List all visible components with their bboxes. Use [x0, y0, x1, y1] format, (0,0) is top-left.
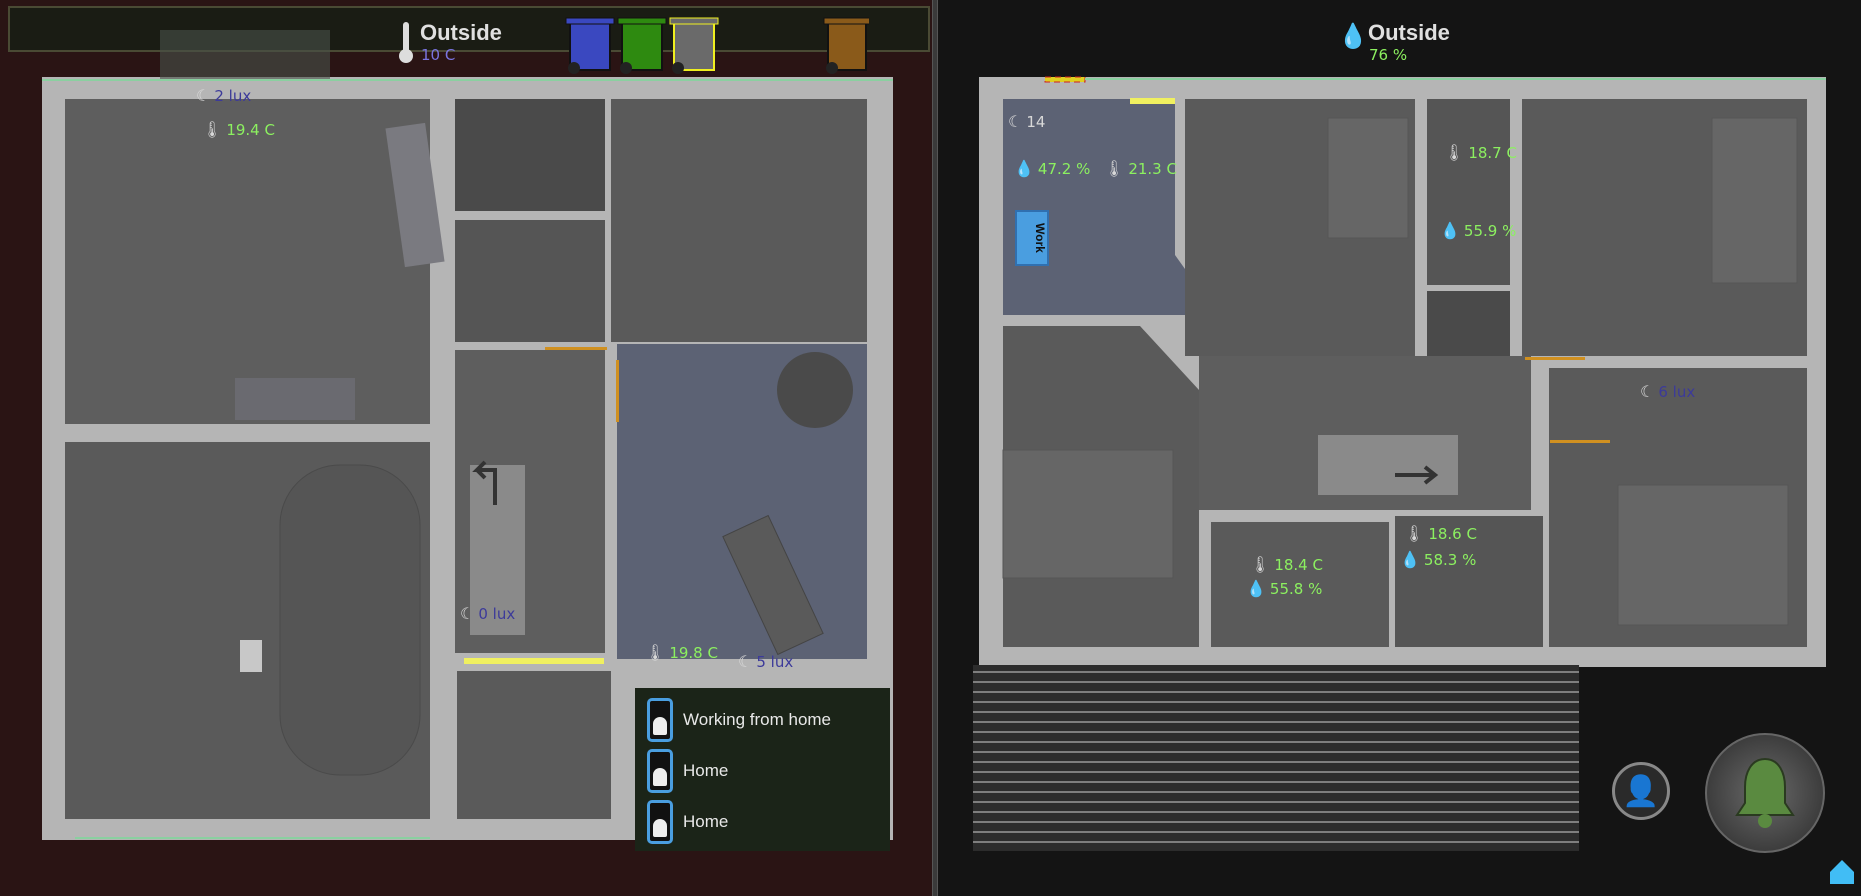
humidity-icon: 💧	[1246, 581, 1266, 598]
alarm-bell-button[interactable]	[1705, 733, 1825, 853]
room-utility	[455, 99, 605, 211]
light-strip	[464, 658, 604, 664]
door-bedroom	[1550, 440, 1610, 443]
thermometer-icon	[398, 20, 414, 69]
door-swing	[160, 30, 330, 80]
wc-humidity-sensor[interactable]: 💧 58.3 %	[1400, 550, 1476, 570]
thermometer-icon: 🌡	[1444, 145, 1465, 162]
outside-temperature: 10 C	[421, 46, 456, 64]
door-dining	[616, 360, 619, 422]
humidity-icon: 💧	[1338, 23, 1368, 50]
home-assistant-logo	[1828, 858, 1856, 886]
car	[279, 464, 421, 776]
add-person-button[interactable]: 👤	[1612, 762, 1670, 820]
green-bin-icon	[617, 17, 667, 74]
outside-title: Outside	[1368, 20, 1450, 45]
dining-table	[777, 352, 853, 428]
humidity-icon: 💧	[1400, 552, 1420, 569]
pillar	[240, 640, 262, 672]
room-bath1	[1427, 99, 1510, 285]
door-bedroom	[1525, 357, 1585, 360]
yellow-bin-icon	[669, 17, 719, 74]
presence-row[interactable]: Home	[647, 800, 728, 844]
brown-bin-icon	[823, 17, 869, 74]
living-lux-sensor[interactable]: ☾ 2 lux	[196, 86, 251, 106]
room-wc	[455, 220, 605, 342]
bath2-humidity-sensor[interactable]: 💧 55.8 %	[1246, 579, 1322, 599]
floorplan	[42, 30, 1826, 851]
thermometer-icon: 🌡	[1104, 161, 1125, 178]
light-strip	[1130, 98, 1175, 104]
bins	[565, 17, 869, 74]
dining-temp-sensor[interactable]: 🌡 19.8 C	[645, 643, 718, 663]
window-open	[1044, 76, 1086, 83]
lux-icon: ☾	[1640, 384, 1655, 401]
bath2-temp-sensor[interactable]: 🌡 18.4 C	[1250, 555, 1323, 575]
office-temp-sensor[interactable]: 🌡 21.3 C	[1104, 159, 1177, 179]
room-kitchen	[611, 99, 867, 342]
room-living	[65, 99, 430, 424]
presence-row[interactable]: Working from home	[647, 698, 831, 742]
bell-icon	[1735, 757, 1795, 828]
bath1-humidity-sensor[interactable]: 💧 55.9 %	[1440, 221, 1516, 241]
lux-icon: ☾	[1008, 114, 1023, 131]
blue-bin-icon	[565, 17, 615, 74]
bath1-temp-sensor[interactable]: 🌡 18.7 C	[1444, 143, 1517, 163]
outside-title: Outside	[420, 20, 502, 45]
phone-person-icon	[647, 749, 673, 793]
phone-person-icon	[647, 800, 673, 844]
phone-person-icon	[647, 698, 673, 742]
thermometer-icon: 🌡	[645, 645, 666, 662]
bed	[1711, 117, 1798, 284]
dining-lux-sensor[interactable]: ☾ 5 lux	[738, 652, 793, 672]
bedroom-lux-sensor[interactable]: ☾ 6 lux	[1640, 382, 1695, 402]
deck	[973, 665, 1579, 851]
humidity-icon: 💧	[1440, 223, 1460, 240]
room-entrance	[457, 671, 611, 819]
lux-icon: ☾	[196, 88, 211, 105]
stairs	[1318, 435, 1458, 495]
thermometer-icon: 🌡	[1404, 526, 1425, 543]
hall-lux-sensor[interactable]: ☾ 0 lux	[460, 604, 515, 624]
presence-row[interactable]: Home	[647, 749, 728, 793]
room-sauna	[1427, 291, 1510, 366]
office-lux-sensor[interactable]: ☾ 14	[1008, 112, 1045, 132]
presence-card: Working from home Home Home	[635, 688, 890, 851]
office-humidity-sensor[interactable]: 💧 47.2 %	[1014, 159, 1090, 179]
work-sign[interactable]: Work	[1015, 210, 1049, 266]
thermometer-icon: 🌡	[1250, 557, 1271, 574]
bed	[1617, 484, 1789, 626]
lux-icon: ☾	[460, 606, 475, 623]
humidity-icon: 💧	[1014, 161, 1034, 178]
living-temp-sensor[interactable]: 🌡 19.4 C	[202, 120, 275, 140]
door-hall	[545, 347, 607, 350]
thermometer-icon: 🌡	[202, 122, 223, 139]
outside-humidity: 76 %	[1369, 46, 1408, 64]
bed	[1327, 117, 1409, 239]
person-add-icon: 👤	[1622, 774, 1660, 808]
couch	[235, 378, 355, 420]
lux-icon: ☾	[738, 654, 753, 671]
wc-temp-sensor[interactable]: 🌡 18.6 C	[1404, 524, 1477, 544]
bed	[1002, 449, 1174, 579]
